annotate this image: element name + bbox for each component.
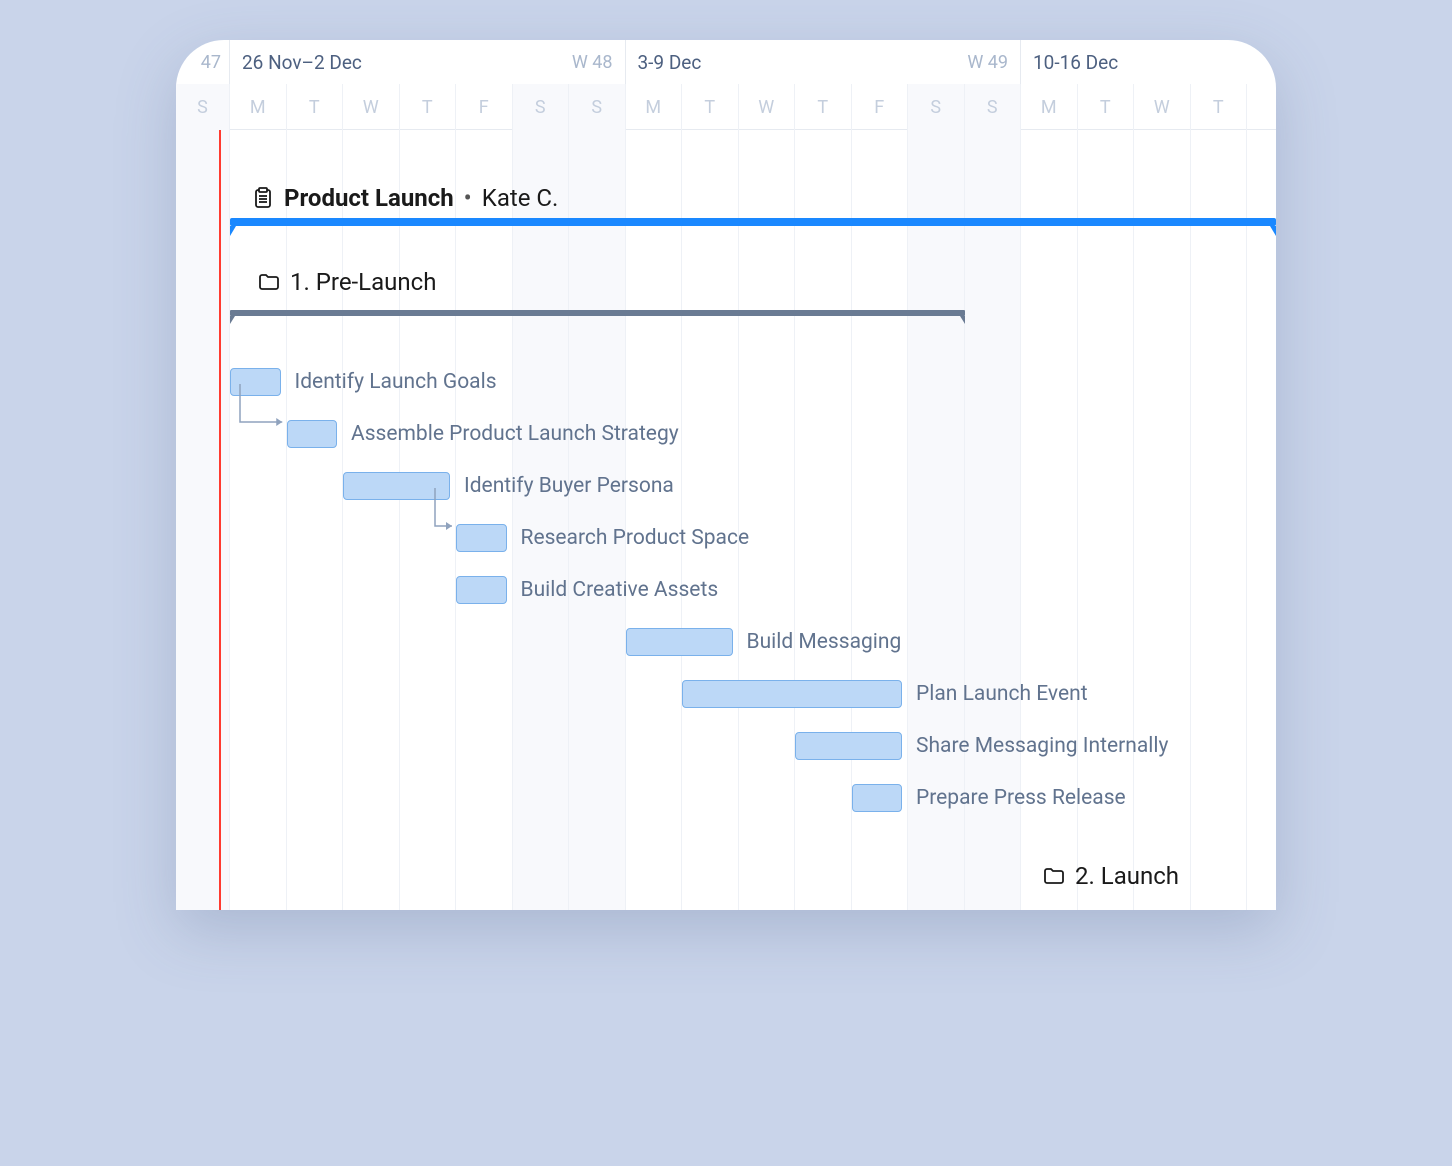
day-header-cell: W bbox=[1134, 84, 1191, 130]
gantt-body[interactable]: Product Launch • Kate C. 1. Pre-Launch bbox=[176, 130, 1276, 910]
timeline-header: 47 26 Nov–2 Dec W 48 3-9 Dec W 49 10-16 … bbox=[176, 40, 1276, 130]
prev-week-cell[interactable]: 47 bbox=[176, 40, 230, 84]
task-row: Build Creative Assets bbox=[176, 564, 1276, 616]
task-bar[interactable] bbox=[795, 732, 902, 760]
task-label: Plan Launch Event bbox=[916, 682, 1088, 706]
week-row: 47 26 Nov–2 Dec W 48 3-9 Dec W 49 10-16 … bbox=[176, 40, 1276, 84]
group-title-0[interactable]: 1. Pre-Launch bbox=[258, 268, 436, 296]
day-header-cell: T bbox=[1191, 84, 1248, 130]
task-label: Identify Launch Goals bbox=[295, 370, 497, 394]
week-cell-48[interactable]: 26 Nov–2 Dec W 48 bbox=[230, 40, 626, 84]
task-label: Build Creative Assets bbox=[521, 578, 719, 602]
task-label: Identify Buyer Persona bbox=[464, 474, 674, 498]
gantt-rows: Product Launch • Kate C. 1. Pre-Launch bbox=[176, 130, 1276, 904]
task-bar[interactable] bbox=[456, 576, 507, 604]
task-label: Assemble Product Launch Strategy bbox=[351, 422, 679, 446]
day-header-cell: T bbox=[682, 84, 739, 130]
task-row: Identify Launch Goals bbox=[176, 356, 1276, 408]
task-row: Research Product Space bbox=[176, 512, 1276, 564]
group-bar-row-0 bbox=[176, 310, 1276, 328]
day-header-cell: S bbox=[569, 84, 626, 130]
project-name: Product Launch bbox=[284, 184, 454, 212]
day-header-cell: W bbox=[343, 84, 400, 130]
dependency-arrow-1 bbox=[432, 488, 464, 542]
task-row: Prepare Press Release bbox=[176, 772, 1276, 824]
group-row-1: 2. Launch bbox=[176, 848, 1276, 904]
week-cell-50[interactable]: 10-16 Dec bbox=[1021, 40, 1276, 84]
day-header-cell: F bbox=[852, 84, 909, 130]
project-title-row: Product Launch • Kate C. bbox=[176, 178, 1276, 218]
group-label-0: 1. Pre-Launch bbox=[290, 268, 436, 296]
folder-icon bbox=[1043, 865, 1065, 887]
task-row: Build Messaging bbox=[176, 616, 1276, 668]
day-header-cell: S bbox=[513, 84, 570, 130]
week-num-1: W 49 bbox=[967, 52, 1008, 73]
week-cell-49[interactable]: 3-9 Dec W 49 bbox=[626, 40, 1022, 84]
week-range-0: 26 Nov–2 Dec bbox=[242, 51, 362, 74]
task-bar[interactable] bbox=[852, 784, 903, 812]
task-bar[interactable] bbox=[626, 628, 733, 656]
task-row: Plan Launch Event bbox=[176, 668, 1276, 720]
week-range-2: 10-16 Dec bbox=[1033, 51, 1118, 74]
task-label: Build Messaging bbox=[747, 630, 902, 654]
prev-week-num: 47 bbox=[201, 52, 221, 73]
project-bar-row bbox=[176, 218, 1276, 236]
day-header-cell: M bbox=[230, 84, 287, 130]
task-label: Share Messaging Internally bbox=[916, 734, 1168, 758]
group-label-1: 2. Launch bbox=[1075, 862, 1179, 890]
day-header-cell: T bbox=[400, 84, 457, 130]
task-row: Share Messaging Internally bbox=[176, 720, 1276, 772]
dependency-arrow-0 bbox=[237, 384, 294, 438]
folder-icon bbox=[258, 271, 280, 293]
day-row: SMTWTFSSMTWTFSSMTWT bbox=[176, 84, 1276, 130]
task-label: Prepare Press Release bbox=[916, 786, 1126, 810]
day-header-cell: S bbox=[908, 84, 965, 130]
gantt-window: 47 26 Nov–2 Dec W 48 3-9 Dec W 49 10-16 … bbox=[176, 40, 1276, 910]
task-row: Identify Buyer Persona bbox=[176, 460, 1276, 512]
group-row-0: 1. Pre-Launch bbox=[176, 254, 1276, 310]
group-span-bar-0[interactable] bbox=[230, 310, 965, 316]
day-header-cell: S bbox=[965, 84, 1022, 130]
day-header-cell: M bbox=[626, 84, 683, 130]
project-span-bar[interactable] bbox=[230, 218, 1276, 226]
project-owner: Kate C. bbox=[482, 184, 559, 212]
day-header-cell: S bbox=[176, 84, 230, 130]
week-num-0: W 48 bbox=[572, 52, 613, 73]
task-row: Assemble Product Launch Strategy bbox=[176, 408, 1276, 460]
day-header-cell: F bbox=[456, 84, 513, 130]
week-range-1: 3-9 Dec bbox=[638, 51, 702, 74]
day-header-cell: M bbox=[1021, 84, 1078, 130]
day-header-cell: T bbox=[1078, 84, 1135, 130]
task-label: Research Product Space bbox=[521, 526, 750, 550]
day-header-cell: T bbox=[795, 84, 852, 130]
dot-separator: • bbox=[464, 184, 472, 212]
task-bar[interactable] bbox=[682, 680, 902, 708]
day-header-cell: W bbox=[739, 84, 796, 130]
clipboard-icon bbox=[252, 187, 274, 209]
project-title[interactable]: Product Launch • Kate C. bbox=[252, 184, 558, 212]
day-header-cell: T bbox=[287, 84, 344, 130]
group-title-1[interactable]: 2. Launch bbox=[1043, 862, 1179, 890]
